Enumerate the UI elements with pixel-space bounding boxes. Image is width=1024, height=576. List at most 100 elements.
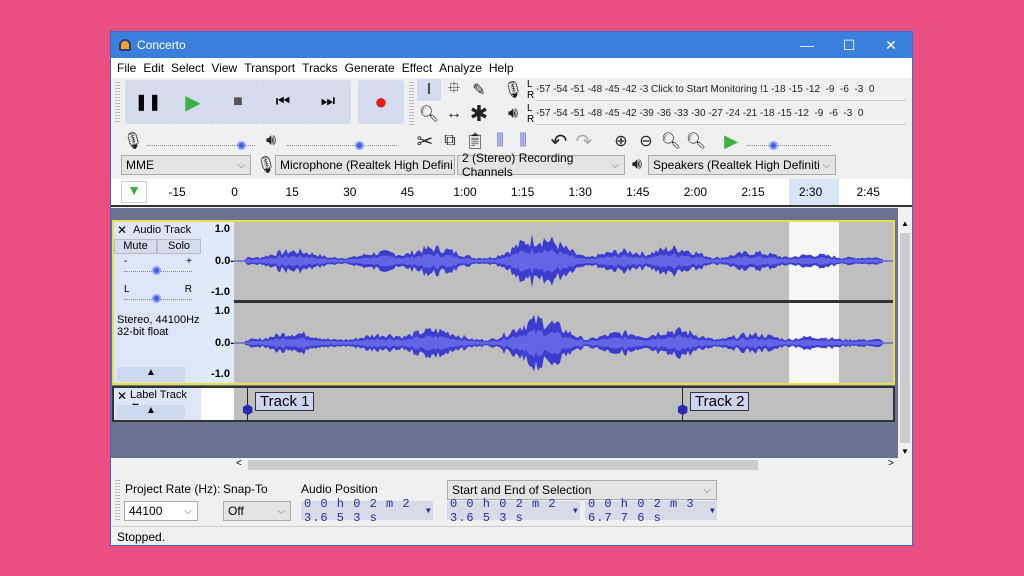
menu-edit[interactable]: Edit: [143, 61, 164, 75]
chevron-down-icon: ⌵: [237, 159, 245, 171]
timeline-ruler[interactable]: ▼ -15 0 15 30 45 1:00 1:15 1:30 1:45 2:00 2:15 2:30…: [111, 179, 912, 207]
channel-divider: [234, 300, 893, 303]
scrollbar-thumb[interactable]: [248, 460, 758, 470]
close-track-icon[interactable]: ✕: [117, 389, 127, 403]
selection-toolbar-grip[interactable]: [115, 480, 120, 520]
waveform[interactable]: [234, 222, 893, 383]
stop-button[interactable]: ■: [215, 80, 261, 124]
snap-to-select[interactable]: Off ⌵: [223, 501, 291, 521]
paste-icon[interactable]: 📋︎: [463, 130, 487, 152]
play-at-speed-icon[interactable]: ▶: [719, 130, 743, 152]
vertical-scrollbar[interactable]: ▲ ▼: [898, 219, 912, 458]
cut-icon[interactable]: ✂: [413, 130, 437, 153]
project-rate-select[interactable]: 44100 ⌵: [124, 501, 198, 521]
close-button[interactable]: ✕: [870, 32, 912, 58]
record-meter[interactable]: -57 -54 -51 -48 -45 -42 -3 Click to Star…: [536, 79, 906, 101]
audio-track: ✕ Audio Track ▼ Mute Solo -+ LR Stereo, …: [112, 220, 895, 385]
playback-meter[interactable]: -57 -54 -51 -48 -45 -42 -39 -36 -33 -30 …: [536, 103, 906, 125]
play-speed-slider[interactable]: [747, 132, 831, 150]
ruler-label: 2:45: [856, 185, 880, 199]
collapse-track-button[interactable]: ▲: [117, 367, 185, 382]
fit-project-icon[interactable]: 🔍︎: [684, 130, 708, 152]
pin-play-head-icon[interactable]: ▼: [121, 181, 147, 203]
menu-effect[interactable]: Effect: [402, 61, 432, 75]
close-track-icon[interactable]: ✕: [117, 223, 127, 237]
fit-selection-icon[interactable]: 🔍︎: [659, 130, 683, 152]
audio-position-field[interactable]: 0 0 h 0 2 m 2 3.6 5 3 s ▾: [301, 497, 433, 525]
menu-tracks[interactable]: Tracks: [302, 61, 338, 75]
record-icon: ●: [374, 89, 388, 114]
scroll-right-icon[interactable]: >: [888, 458, 894, 469]
menu-generate[interactable]: Generate: [345, 61, 395, 75]
rate-value: 44100: [129, 504, 163, 518]
label-track-1[interactable]: Track 1: [255, 392, 315, 411]
record-meter-scale: -57 -54 -51 -48 -45 -42 -3 Click to Star…: [536, 84, 875, 95]
menu-help[interactable]: Help: [489, 61, 514, 75]
multi-tool-icon[interactable]: ✱: [467, 101, 491, 126]
menu-file[interactable]: File: [117, 61, 136, 75]
record-button[interactable]: ●: [358, 80, 404, 124]
slider-knob[interactable]: [152, 294, 161, 303]
undo-icon[interactable]: ↶: [547, 130, 571, 153]
toolbar-grip[interactable]: [115, 82, 120, 122]
zoom-in-icon[interactable]: ⊕: [609, 130, 633, 152]
selection-end-field[interactable]: 0 0 h 0 2 m 3 6.7 7 6 s ▾: [585, 497, 717, 525]
playback-device-select[interactable]: Speakers (Realtek High Definiti ⌵: [648, 155, 836, 175]
solo-button[interactable]: Solo: [157, 239, 201, 254]
slider-knob[interactable]: [152, 266, 161, 275]
label-track-2[interactable]: Track 2: [690, 392, 750, 411]
skip-to-end-button[interactable]: ⏭: [305, 80, 351, 124]
mute-button[interactable]: Mute: [114, 239, 157, 254]
gain-slider[interactable]: [124, 258, 192, 275]
start-value: 0 0 h 0 2 m 2 3.6 5 3 s: [450, 496, 557, 525]
recording-channels-select[interactable]: 2 (Stereo) Recording Channels ⌵: [457, 151, 625, 179]
audacity-window: Concerto — ☐ ✕ File Edit Select View Tra…: [110, 31, 913, 546]
slider-knob[interactable]: [769, 141, 778, 150]
play-button[interactable]: ▶: [170, 80, 216, 124]
label-handle-icon[interactable]: ⬢: [242, 402, 253, 418]
silence-icon[interactable]: ⫼: [511, 130, 535, 152]
track-format: Stereo, 44100Hz: [117, 314, 200, 326]
scroll-left-icon[interactable]: <: [236, 458, 242, 469]
skip-to-start-button[interactable]: ⏮: [260, 80, 306, 124]
collapse-track-button[interactable]: ▲: [117, 405, 185, 419]
zoom-tool-icon[interactable]: 🔍︎: [417, 103, 441, 125]
scroll-up-icon[interactable]: ▲: [898, 219, 912, 228]
recording-volume-slider[interactable]: [147, 132, 255, 150]
slider-knob[interactable]: [237, 141, 246, 150]
recording-device-select[interactable]: Microphone (Realtek High Defini ⌵: [275, 155, 455, 175]
menu-analyze[interactable]: Analyze: [439, 61, 482, 75]
menu-select[interactable]: Select: [171, 61, 204, 75]
scroll-down-icon[interactable]: ▼: [901, 447, 909, 456]
pause-button[interactable]: ❚❚: [125, 80, 171, 124]
copy-icon[interactable]: ⧉: [438, 130, 462, 152]
selection-tool-icon[interactable]: I: [417, 79, 441, 101]
menu-view[interactable]: View: [211, 61, 237, 75]
audio-host-select[interactable]: MME ⌵: [121, 155, 251, 175]
tools-grip[interactable]: [409, 82, 414, 126]
playback-meter-scale: -57 -54 -51 -48 -45 -42 -39 -36 -33 -30 …: [536, 108, 864, 119]
maximize-button[interactable]: ☐: [828, 32, 870, 58]
time-shift-tool-icon[interactable]: ↔: [442, 103, 466, 125]
minimize-button[interactable]: —: [786, 32, 828, 58]
scrollbar-thumb[interactable]: [900, 233, 910, 443]
menu-transport[interactable]: Transport: [244, 61, 295, 75]
horizontal-scrollbar[interactable]: < >: [233, 458, 898, 472]
pan-slider[interactable]: [124, 286, 192, 303]
track-info: Stereo, 44100Hz 32-bit float: [117, 314, 200, 338]
title-bar: Concerto — ☐ ✕: [111, 32, 912, 58]
label-handle-icon[interactable]: ⬢: [677, 402, 688, 418]
slider-knob[interactable]: [355, 141, 364, 150]
envelope-tool-icon[interactable]: ⯐: [442, 79, 466, 101]
scale-mid: 0.0-: [215, 255, 234, 267]
draw-tool-icon[interactable]: ✎: [467, 79, 491, 101]
playback-volume-slider[interactable]: [287, 132, 397, 150]
selection-start-field[interactable]: 0 0 h 0 2 m 2 3.6 5 3 s ▾: [447, 497, 580, 525]
speaker-icon: 🔊︎: [507, 105, 519, 122]
zoom-out-icon[interactable]: ⊖: [634, 130, 658, 152]
redo-icon[interactable]: ↷: [572, 130, 596, 153]
speakers-value: Speakers (Realtek High Definiti: [653, 158, 820, 172]
ruler-label: 1:45: [626, 185, 650, 199]
track-menu-button[interactable]: Audio Track ▼: [130, 222, 200, 252]
trim-icon[interactable]: ⫼: [488, 130, 512, 152]
